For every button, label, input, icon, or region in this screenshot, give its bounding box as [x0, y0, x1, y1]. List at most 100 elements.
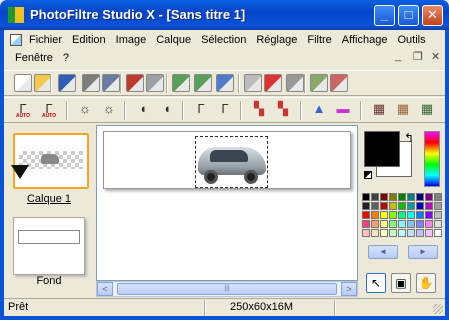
undo-icon[interactable] — [126, 74, 144, 92]
palette-swatch[interactable] — [371, 202, 379, 210]
palette-prev-button[interactable]: ◄ — [368, 245, 398, 259]
palette-swatch[interactable] — [380, 193, 388, 201]
new-icon[interactable] — [14, 74, 32, 92]
palette-swatch[interactable] — [389, 193, 397, 201]
layer-thumbnail-fond[interactable] — [13, 217, 85, 275]
menu-item[interactable]: Outils — [392, 34, 430, 46]
image-workspace[interactable] — [96, 125, 358, 281]
palette-swatch[interactable] — [434, 229, 442, 237]
menu-item[interactable]: Filtre — [302, 34, 336, 46]
palette-swatch[interactable] — [425, 202, 433, 210]
canvas-size-icon[interactable] — [194, 74, 212, 92]
hue-bar[interactable] — [424, 131, 440, 187]
saturation-minus-icon[interactable]: ▚ — [250, 101, 268, 119]
photofiltre-app-icon[interactable] — [8, 7, 24, 23]
filter-icon[interactable] — [310, 74, 328, 92]
palette-swatch[interactable] — [362, 193, 370, 201]
palette-swatch[interactable] — [425, 211, 433, 219]
palette-swatch[interactable] — [398, 220, 406, 228]
page-icon[interactable] — [330, 74, 348, 92]
menu-item[interactable]: Fenêtre — [10, 52, 58, 64]
scan-icon[interactable] — [102, 74, 120, 92]
palette-swatch[interactable] — [380, 202, 388, 210]
palette-swatch[interactable] — [407, 202, 415, 210]
palette-swatch[interactable] — [425, 193, 433, 201]
gamma-plus-icon[interactable]: Γ — [216, 101, 234, 119]
palette-swatch[interactable] — [362, 211, 370, 219]
fit-icon[interactable] — [216, 74, 234, 92]
menu-item[interactable]: ? — [58, 52, 74, 64]
print-icon[interactable] — [82, 74, 100, 92]
palette-swatch[interactable] — [416, 211, 424, 219]
gamma-minus-icon[interactable]: Γ — [192, 101, 210, 119]
palette-swatch[interactable] — [380, 211, 388, 219]
blur-icon[interactable]: ▬ — [334, 101, 352, 119]
reset-colors-icon[interactable] — [364, 171, 372, 179]
auto-levels-icon[interactable]: Γ AUTO — [14, 101, 32, 119]
palette-swatch[interactable] — [434, 202, 442, 210]
palette-swatch[interactable] — [407, 193, 415, 201]
palette-next-button[interactable]: ► — [408, 245, 438, 259]
maximize-button[interactable]: □ — [398, 5, 419, 26]
palette-swatch[interactable] — [398, 229, 406, 237]
palette-swatch[interactable] — [434, 211, 442, 219]
grid-icon[interactable]: ▦ — [394, 101, 412, 119]
swap-colors-icon[interactable]: ↰ — [404, 131, 414, 145]
layer-move-tool[interactable]: ▣ — [391, 273, 411, 293]
scroll-left-button[interactable]: < — [97, 282, 113, 296]
menu-item[interactable]: Sélection — [196, 34, 251, 46]
doc-restore-button[interactable]: ❐ — [413, 50, 423, 63]
image-canvas[interactable] — [103, 131, 351, 189]
palette-swatch[interactable] — [371, 220, 379, 228]
contrast-minus-icon[interactable]: ◖ — [134, 101, 152, 119]
texture-icon[interactable]: ▦ — [418, 101, 436, 119]
close-button[interactable]: ✕ — [422, 5, 443, 26]
scroll-right-button[interactable]: > — [341, 282, 357, 296]
saturation-plus-icon[interactable]: ▚ — [274, 101, 292, 119]
palette-swatch[interactable] — [425, 220, 433, 228]
menu-item[interactable]: Réglage — [251, 34, 302, 46]
brightness-minus-icon[interactable]: ☼ — [76, 101, 94, 119]
image-size-icon[interactable] — [172, 74, 190, 92]
hand-tool[interactable]: ✋ — [416, 273, 436, 293]
palette-swatch[interactable] — [416, 193, 424, 201]
selection-marquee[interactable] — [195, 136, 268, 188]
palette-swatch[interactable] — [398, 211, 406, 219]
menu-item[interactable]: Fichier — [24, 34, 67, 46]
palette-swatch[interactable] — [362, 202, 370, 210]
document-icon[interactable] — [10, 34, 22, 46]
mosaic-icon[interactable]: ▦ — [370, 101, 388, 119]
menu-item[interactable]: Calque — [151, 34, 196, 46]
palette-swatch[interactable] — [389, 229, 397, 237]
layer-label[interactable]: Fond — [4, 275, 94, 287]
palette-swatch[interactable] — [416, 202, 424, 210]
palette-swatch[interactable] — [416, 220, 424, 228]
palette-swatch[interactable] — [434, 220, 442, 228]
horizontal-scrollbar[interactable]: < ||| > — [96, 281, 358, 297]
menu-item[interactable]: Image — [111, 34, 152, 46]
foreground-color-swatch[interactable] — [364, 131, 400, 167]
transparency-icon[interactable] — [286, 74, 304, 92]
palette-swatch[interactable] — [362, 220, 370, 228]
palette-swatch[interactable] — [371, 193, 379, 201]
contrast-plus-icon[interactable]: ◖ — [158, 101, 176, 119]
palette-swatch[interactable] — [398, 202, 406, 210]
palette-swatch[interactable] — [407, 211, 415, 219]
palette-swatch[interactable] — [407, 220, 415, 228]
doc-close-button[interactable]: ✕ — [431, 50, 440, 63]
menu-item[interactable]: Edition — [67, 34, 111, 46]
palette-swatch[interactable] — [389, 220, 397, 228]
minimize-button[interactable]: _ — [374, 5, 395, 26]
layer-thumbnail-calque-1[interactable] — [13, 133, 89, 189]
redo-icon[interactable] — [146, 74, 164, 92]
brightness-plus-icon[interactable]: ☼ — [100, 101, 118, 119]
palette-swatch[interactable] — [434, 193, 442, 201]
palette-swatch[interactable] — [398, 193, 406, 201]
palette-swatch[interactable] — [362, 229, 370, 237]
palette-swatch[interactable] — [371, 229, 379, 237]
menu-item[interactable]: Affichage — [337, 34, 393, 46]
layer-label[interactable]: Calque 1 — [4, 193, 94, 205]
scroll-thumb[interactable]: ||| — [117, 283, 337, 295]
palette-swatch[interactable] — [407, 229, 415, 237]
palette-swatch[interactable] — [389, 211, 397, 219]
